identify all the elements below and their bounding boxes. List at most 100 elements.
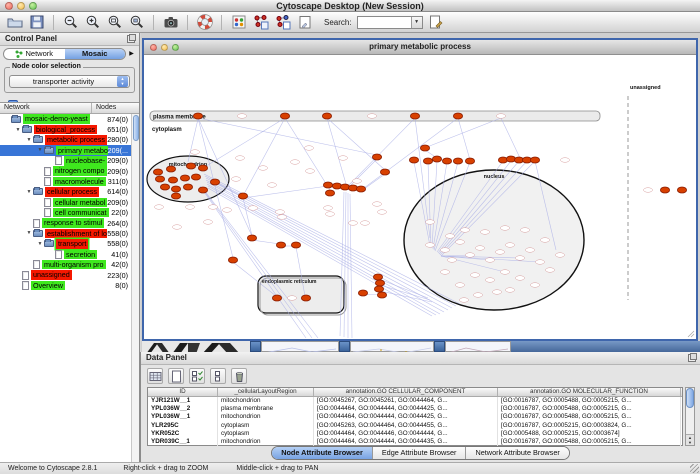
graph-node[interactable] [198, 187, 207, 193]
table-row[interactable]: YPL036W__1mitochondrion[GO:0044464, GO:0… [148, 413, 682, 421]
graph-node[interactable] [423, 158, 432, 164]
graph-node[interactable] [375, 280, 384, 286]
tree-row[interactable]: nucleobase-209(0) [0, 156, 131, 166]
graph-node[interactable] [171, 193, 180, 199]
expand-arrow-icon[interactable]: ▼ [36, 241, 44, 247]
graph-node[interactable] [198, 165, 207, 171]
graph-node[interactable] [180, 175, 189, 181]
graph-node[interactable] [183, 184, 192, 190]
graph-node[interactable] [210, 179, 219, 185]
graph-node[interactable] [291, 242, 300, 248]
attribute-table[interactable]: ID_cellularLayoutRegionannotation.GO CEL… [147, 387, 683, 446]
minimized-window-preview[interactable] [350, 341, 434, 352]
tab-mosaic[interactable]: Mosaic [65, 49, 126, 59]
table-row[interactable]: YKR052Ccytoplasm[GO:0044464, GO:0044446,… [148, 430, 682, 438]
unselect-attributes-icon[interactable] [210, 368, 226, 384]
table-scrollbar-thumb[interactable] [686, 388, 694, 408]
graph-node[interactable] [166, 166, 175, 172]
tab-node-attribute-browser[interactable]: Node Attribute Browser [272, 447, 373, 459]
expand-arrow-icon[interactable]: ▼ [25, 189, 33, 195]
table-column-header[interactable]: ID [148, 388, 218, 396]
graph-node[interactable] [272, 295, 281, 301]
zoom-out-icon[interactable] [62, 14, 79, 31]
table-column-header[interactable]: annotation.GO CELLULAR_COMPONENT [314, 388, 498, 396]
tree-scrollbar-thumb[interactable] [133, 115, 139, 141]
expand-arrow-icon[interactable]: ▼ [25, 230, 33, 236]
expand-arrow-icon[interactable]: ▼ [14, 127, 22, 133]
graph-node[interactable] [380, 169, 389, 175]
tab-edge-attribute-browser[interactable]: Edge Attribute Browser [373, 447, 467, 459]
graph-node[interactable] [276, 242, 285, 248]
tree-row[interactable]: cellular metabol209(0) [0, 197, 131, 207]
tree-row[interactable]: cell communicat22(0) [0, 208, 131, 218]
tab-network[interactable]: Network [4, 49, 65, 59]
open-icon[interactable] [6, 14, 23, 31]
table-row[interactable]: YPL036W__2plasma membrane[GO:0044464, GO… [148, 405, 682, 413]
tree-row[interactable]: unassigned223(0) [0, 270, 131, 280]
tree-row[interactable]: mosaic-demo-yeast874(0) [0, 114, 131, 124]
graph-node[interactable] [301, 295, 310, 301]
float-panel-icon[interactable] [688, 354, 696, 362]
graph-node[interactable] [322, 113, 331, 119]
tree-row[interactable]: nitrogen compo209(0) [0, 166, 131, 176]
network-window-titlebar[interactable]: primary metabolic process [144, 40, 696, 55]
attribute-page-icon[interactable] [296, 14, 313, 31]
minimized-window-preview[interactable] [261, 341, 339, 352]
graph-node[interactable] [193, 113, 202, 119]
canvas-resize-grip[interactable] [688, 331, 694, 337]
graph-node[interactable] [660, 187, 669, 193]
stepper-arrows-icon[interactable]: ▲▼ [117, 76, 128, 87]
graph-node[interactable] [186, 163, 195, 169]
delete-attribute-icon[interactable] [231, 368, 247, 384]
graph-node[interactable] [171, 186, 180, 192]
minimized-window-titlebar[interactable] [434, 341, 445, 352]
graph-node[interactable] [453, 158, 462, 164]
graph-node[interactable] [323, 182, 332, 188]
graph-node[interactable] [191, 174, 200, 180]
minimized-window-titlebar[interactable] [250, 341, 261, 352]
graph-node[interactable] [168, 177, 177, 183]
minimized-window-preview[interactable] [445, 341, 511, 352]
table-row[interactable]: YLR295Ccytoplasm[GO:0045263, GO:0044464,… [148, 422, 682, 430]
graph-node[interactable] [453, 113, 462, 119]
graph-node[interactable] [238, 193, 247, 199]
table-scrollbar[interactable]: ▲▼ [685, 387, 695, 446]
graph-node[interactable] [677, 187, 686, 193]
hide-selection-icon[interactable] [274, 14, 291, 31]
graph-node[interactable] [325, 190, 334, 196]
float-panel-icon[interactable] [127, 35, 135, 43]
graph-node[interactable] [377, 292, 386, 298]
save-icon[interactable] [28, 14, 45, 31]
tree-row[interactable]: response to stimul264(0) [0, 218, 131, 228]
graph-node[interactable] [373, 274, 382, 280]
graph-node[interactable] [442, 158, 451, 164]
tree-row[interactable]: ▼primary metabo209(... [0, 145, 131, 155]
zoom-selected-icon[interactable] [106, 14, 123, 31]
tree-row[interactable]: ▼metabolic process280(0) [0, 135, 131, 145]
graph-node[interactable] [374, 286, 383, 292]
select-attributes-icon[interactable] [189, 368, 205, 384]
table-row[interactable]: YDR039C__1mitochondrion[GO:0044464, GO:0… [148, 438, 682, 446]
tree-scrollbar[interactable] [131, 114, 139, 462]
graph-node[interactable] [530, 157, 539, 163]
chevron-down-icon[interactable]: ▼ [411, 17, 422, 28]
table-row[interactable]: YJR121W__1mitochondrion[GO:0045267, GO:0… [148, 397, 682, 405]
window-resize-grip[interactable] [690, 464, 699, 473]
tree-row[interactable]: ▼transport558(0) [0, 239, 131, 249]
table-column-header[interactable]: annotation.GO MOLECULAR_FUNCTION [498, 388, 681, 396]
expand-arrow-icon[interactable]: ▼ [25, 137, 33, 143]
graph-node[interactable] [356, 186, 365, 192]
tree-row[interactable]: ▼establishment of lo558(0) [0, 228, 131, 238]
snapshot-icon[interactable] [162, 14, 179, 31]
graph-node[interactable] [372, 154, 381, 160]
graph-node[interactable] [153, 169, 162, 175]
minimized-window-titlebar[interactable] [511, 341, 700, 352]
tab-network-attribute-browser[interactable]: Network Attribute Browser [466, 447, 568, 459]
annotation-icon[interactable] [428, 14, 445, 31]
attribute-select-icon[interactable] [147, 368, 163, 384]
zoom-in-icon[interactable] [84, 14, 101, 31]
help-icon[interactable] [196, 14, 213, 31]
tree-row[interactable]: macromolecule311(0) [0, 176, 131, 186]
graph-node[interactable] [228, 257, 237, 263]
tab-overflow-icon[interactable]: ▶ [127, 50, 136, 57]
